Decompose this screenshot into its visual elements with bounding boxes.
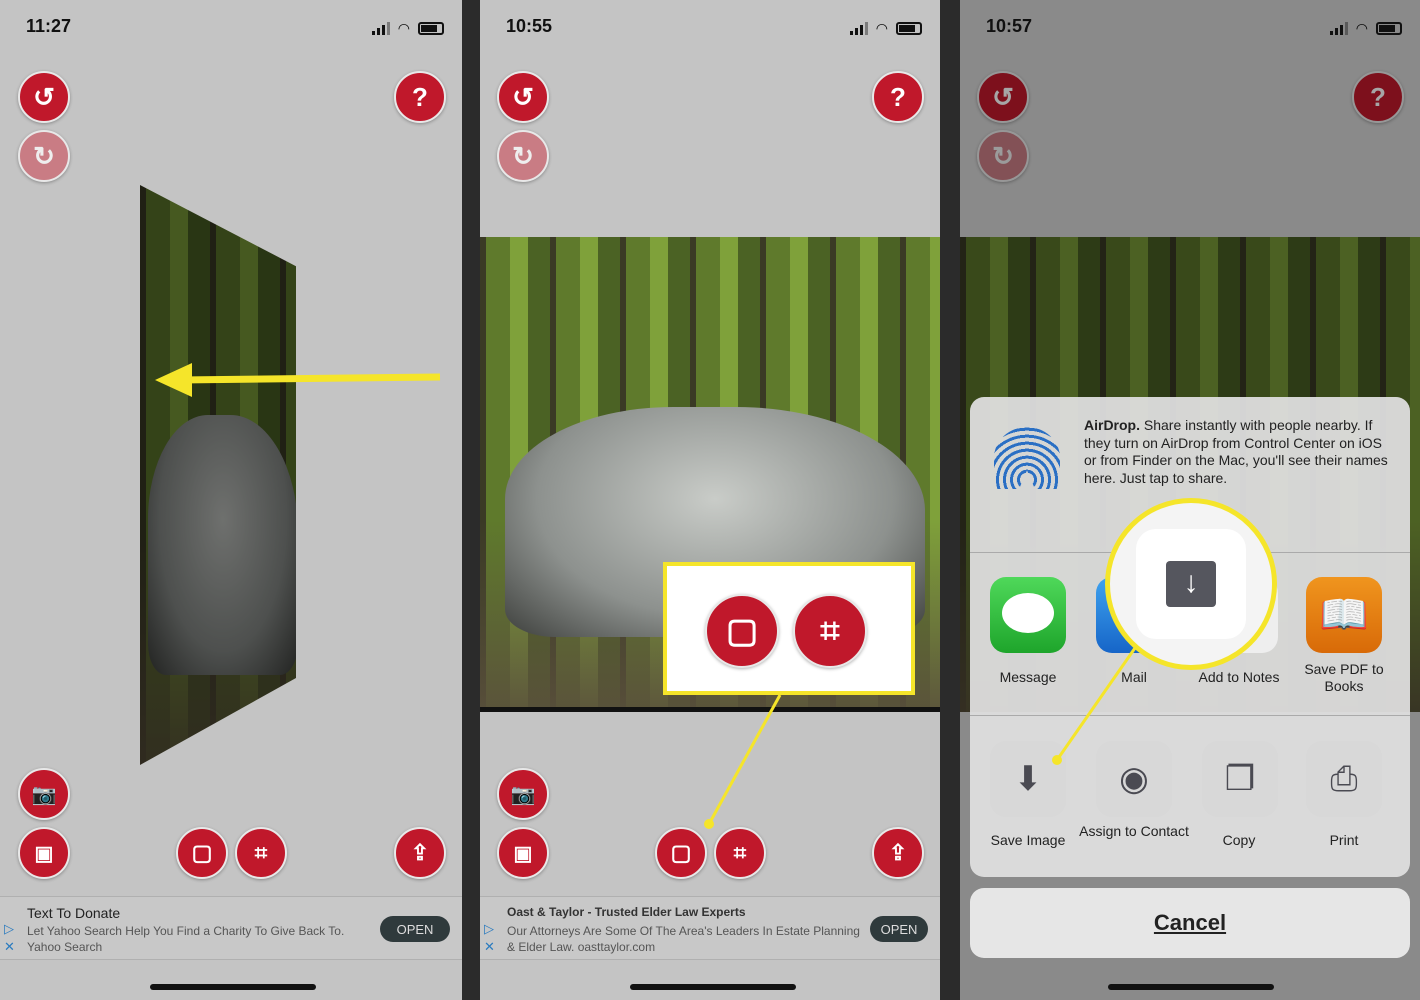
save-image-magnifier: ↓ bbox=[1105, 498, 1277, 670]
ad-close-icon[interactable]: ✕ bbox=[484, 939, 495, 955]
ad-open-button[interactable]: OPEN bbox=[380, 916, 450, 942]
status-icons: ◠ bbox=[849, 20, 922, 37]
ad-title: Oast & Taylor - Trusted Elder Law Expert… bbox=[507, 905, 746, 919]
undo-button[interactable]: ↺ bbox=[18, 71, 70, 123]
redo-button[interactable]: ↻ bbox=[18, 130, 70, 182]
status-time: 10:57 bbox=[986, 16, 1033, 36]
phone-screen-2: 10:55 ◠ ↺ ↻ ? ▢ ⌗ 📷 ▣ ▢ ⌗ ⇪ Oast & Taylo… bbox=[480, 0, 940, 1000]
camera-button[interactable]: 📷 bbox=[18, 768, 70, 820]
message-app-icon[interactable] bbox=[990, 577, 1066, 653]
home-indicator bbox=[150, 984, 316, 990]
ad-description: Let Yahoo Search Help You Find a Charity… bbox=[27, 924, 345, 954]
zoom-callout: ▢ ⌗ bbox=[663, 562, 915, 695]
ad-title: Text To Donate bbox=[27, 905, 121, 921]
copy-icon[interactable]: ❐ bbox=[1202, 741, 1278, 817]
gallery-button[interactable]: ▣ bbox=[497, 827, 549, 879]
crop-button[interactable]: ⌗ bbox=[714, 827, 766, 879]
gallery-button[interactable]: ▣ bbox=[18, 827, 70, 879]
ad-choices-icon[interactable]: ▷ bbox=[4, 921, 14, 937]
rotated-photo bbox=[140, 185, 296, 765]
redo-button: ↻ bbox=[977, 130, 1029, 182]
divider bbox=[970, 715, 1410, 716]
undo-button: ↺ bbox=[977, 71, 1029, 123]
save-image-icon-zoomed: ↓ bbox=[1166, 561, 1216, 607]
ad-banner[interactable]: Text To Donate Let Yahoo Search Help You… bbox=[0, 896, 462, 960]
assign-contact-icon[interactable]: ◉ bbox=[1096, 741, 1172, 817]
frame-button[interactable]: ▢ bbox=[176, 827, 228, 879]
frame-button[interactable]: ▢ bbox=[655, 827, 707, 879]
phone-screen-3: 10:57 ◠ ↺ ↻ ? AirDrop. Share instantly w… bbox=[960, 0, 1420, 1000]
arrow-left-annotation bbox=[155, 363, 441, 397]
print-icon[interactable]: ⎙ bbox=[1306, 741, 1382, 817]
cancel-button[interactable]: Cancel bbox=[970, 888, 1410, 958]
share-button[interactable]: ⇪ bbox=[394, 827, 446, 879]
ad-choices-icon[interactable]: ▷ bbox=[484, 921, 494, 937]
app-label-mail[interactable]: Mail bbox=[1079, 669, 1189, 686]
airdrop-description: AirDrop. Share instantly with people nea… bbox=[1084, 417, 1388, 486]
action-label-save-image[interactable]: Save Image bbox=[973, 832, 1083, 849]
status-time: 10:55 bbox=[506, 16, 553, 36]
phone-screen-1: 11:27 ◠ ↺ ↻ ? 📷 ▣ ▢ ⌗ ⇪ Text To Donate L… bbox=[0, 0, 462, 1000]
home-indicator bbox=[630, 984, 796, 990]
app-label-books[interactable]: Save PDF to Books bbox=[1289, 661, 1399, 695]
status-time: 11:27 bbox=[26, 16, 72, 36]
ad-description: Our Attorneys Are Some Of The Area's Lea… bbox=[507, 924, 860, 954]
frame-button-zoomed: ▢ bbox=[705, 594, 779, 668]
airdrop-icon[interactable] bbox=[994, 427, 1060, 489]
action-label-copy[interactable]: Copy bbox=[1184, 832, 1294, 849]
ad-open-button[interactable]: OPEN bbox=[870, 916, 928, 942]
app-label-notes[interactable]: Add to Notes bbox=[1184, 669, 1294, 686]
save-image-icon[interactable]: ⬇ bbox=[990, 741, 1066, 817]
crop-button[interactable]: ⌗ bbox=[235, 827, 287, 879]
action-label-print[interactable]: Print bbox=[1289, 832, 1399, 849]
ad-close-icon[interactable]: ✕ bbox=[4, 939, 15, 955]
share-button[interactable]: ⇪ bbox=[872, 827, 924, 879]
status-icons: ◠ bbox=[1329, 20, 1402, 37]
books-app-icon[interactable]: 📖 bbox=[1306, 577, 1382, 653]
help-button[interactable]: ? bbox=[394, 71, 446, 123]
action-label-assign-contact[interactable]: Assign to Contact bbox=[1079, 823, 1189, 840]
home-indicator bbox=[1108, 984, 1274, 990]
redo-button[interactable]: ↻ bbox=[497, 130, 549, 182]
help-button[interactable]: ? bbox=[872, 71, 924, 123]
camera-button[interactable]: 📷 bbox=[497, 768, 549, 820]
crop-button-zoomed: ⌗ bbox=[793, 594, 867, 668]
undo-button[interactable]: ↺ bbox=[497, 71, 549, 123]
status-icons: ◠ bbox=[371, 20, 444, 37]
help-button: ? bbox=[1352, 71, 1404, 123]
ad-banner[interactable]: Oast & Taylor - Trusted Elder Law Expert… bbox=[480, 896, 940, 960]
app-label-message[interactable]: Message bbox=[973, 669, 1083, 686]
